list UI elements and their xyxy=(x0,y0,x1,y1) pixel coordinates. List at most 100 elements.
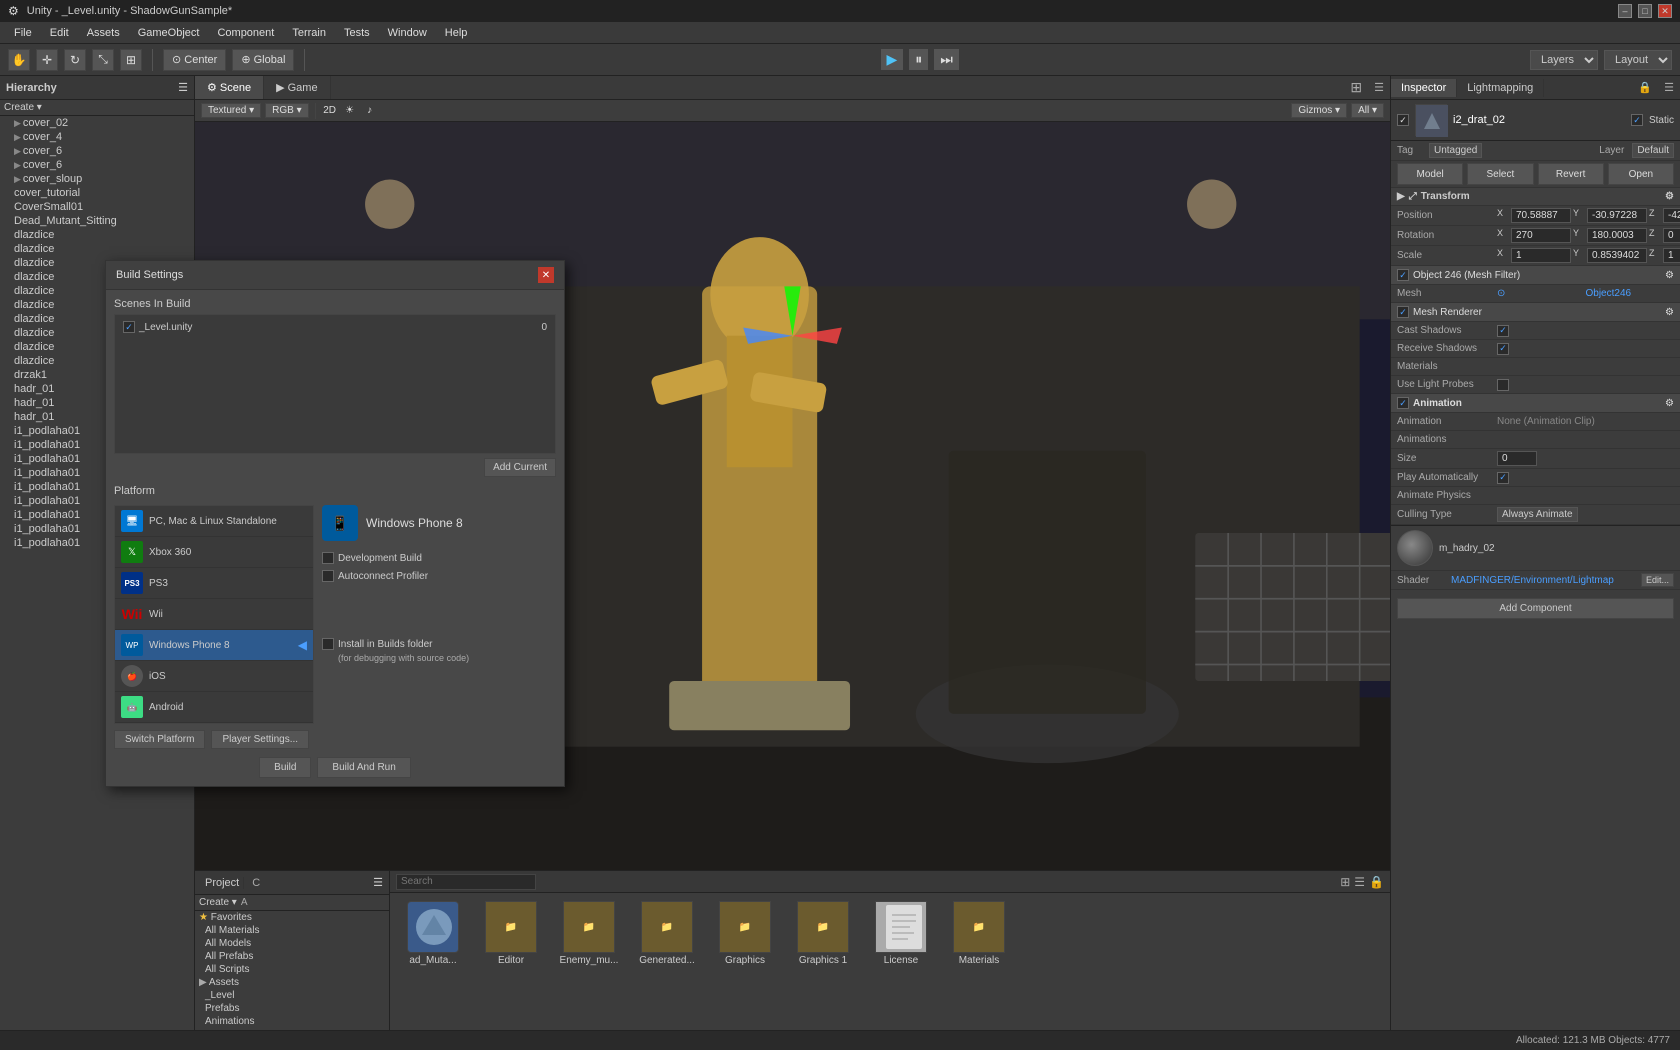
file-enemy[interactable]: 📁 Enemy_mu... xyxy=(554,901,624,966)
rect-tool[interactable]: ⊞ xyxy=(120,49,142,71)
scale-tool[interactable]: ⤡ xyxy=(92,49,114,71)
menu-help[interactable]: Help xyxy=(437,25,476,41)
transform-section[interactable]: ▶ ⤢ Transform ⚙ xyxy=(1391,188,1680,206)
all-btn[interactable]: All ▾ xyxy=(1351,103,1384,118)
mesh-filter-settings[interactable]: ⚙ xyxy=(1665,270,1674,281)
select-btn[interactable]: Select xyxy=(1467,163,1533,185)
tree-animations[interactable]: Animations xyxy=(195,1015,389,1028)
animation-checkbox[interactable]: ✓ xyxy=(1397,397,1409,409)
animation-settings[interactable]: ⚙ xyxy=(1665,398,1674,409)
inspector-menu-btn[interactable]: ☰ xyxy=(1658,81,1680,94)
menu-component[interactable]: Component xyxy=(209,25,282,41)
tab-scene[interactable]: ⚙ Scene xyxy=(195,76,264,99)
maximize-button[interactable]: □ xyxy=(1638,4,1652,18)
scene-checkbox[interactable]: ✓ xyxy=(123,321,135,333)
tree-all-materials[interactable]: All Materials xyxy=(195,924,389,937)
file-generated[interactable]: 📁 Generated... xyxy=(632,901,702,966)
open-btn[interactable]: Open xyxy=(1608,163,1674,185)
menu-file[interactable]: File xyxy=(6,25,40,41)
platform-android[interactable]: 🤖 Android xyxy=(115,692,313,723)
scale-z[interactable] xyxy=(1663,248,1680,263)
project-list-btn[interactable]: ☰ xyxy=(1354,875,1365,889)
menu-edit[interactable]: Edit xyxy=(42,25,77,41)
revert-btn[interactable]: Revert xyxy=(1538,163,1604,185)
close-button[interactable]: ✕ xyxy=(1658,4,1672,18)
hierarchy-item[interactable]: cover_tutorial xyxy=(0,186,194,200)
shader-edit-btn[interactable]: Edit... xyxy=(1641,573,1674,587)
receive-shadows-checkbox[interactable]: ✓ xyxy=(1497,343,1509,355)
project-create-btn[interactable]: Create ▾ xyxy=(199,897,237,908)
maximize-panel-btn[interactable]: ⊞ xyxy=(1344,79,1368,96)
size-input[interactable] xyxy=(1497,451,1537,466)
hierarchy-item[interactable]: Dead_Mutant_Sitting xyxy=(0,214,194,228)
hierarchy-menu-icon[interactable]: ☰ xyxy=(178,81,188,94)
tree-all-models[interactable]: All Models xyxy=(195,937,389,950)
minimize-button[interactable]: – xyxy=(1618,4,1632,18)
scale-x[interactable] xyxy=(1511,248,1571,263)
play-auto-checkbox[interactable]: ✓ xyxy=(1497,472,1509,484)
menu-tests[interactable]: Tests xyxy=(336,25,378,41)
hierarchy-item[interactable]: dlazdice xyxy=(0,228,194,242)
tab-game[interactable]: ▶ Game xyxy=(264,76,330,99)
hierarchy-item[interactable]: ▶cover_6 xyxy=(0,144,194,158)
tag-dropdown[interactable]: Untagged xyxy=(1429,143,1482,158)
menu-assets[interactable]: Assets xyxy=(79,25,128,41)
position-x[interactable] xyxy=(1511,208,1571,223)
mesh-renderer-settings[interactable]: ⚙ xyxy=(1665,307,1674,318)
platform-wp8[interactable]: WP Windows Phone 8 ◀ xyxy=(115,630,313,661)
hierarchy-item[interactable]: ▶cover_4 xyxy=(0,130,194,144)
model-btn[interactable]: Model xyxy=(1397,163,1463,185)
menu-window[interactable]: Window xyxy=(380,25,435,41)
rotation-z[interactable] xyxy=(1663,228,1680,243)
hierarchy-item[interactable]: ▶cover_02 xyxy=(0,116,194,130)
platform-pc[interactable]: 🖥 PC, Mac & Linux Standalone xyxy=(115,506,313,537)
panel-menu-btn[interactable]: ☰ xyxy=(1368,81,1390,94)
layer-dropdown[interactable]: Default xyxy=(1632,143,1674,158)
color-dropdown[interactable]: RGB ▾ xyxy=(265,103,308,118)
platform-ios[interactable]: 🍎 iOS xyxy=(115,661,313,692)
culling-dropdown[interactable]: Always Animate xyxy=(1497,507,1578,522)
install-folder-checkbox[interactable] xyxy=(322,638,334,650)
center-button[interactable]: ⊙ Center xyxy=(163,49,226,71)
hand-tool[interactable]: ✋ xyxy=(8,49,30,71)
add-current-button[interactable]: Add Current xyxy=(484,458,556,477)
menu-terrain[interactable]: Terrain xyxy=(284,25,334,41)
tree-prefabs[interactable]: Prefabs xyxy=(195,1002,389,1015)
play-button[interactable]: ▶ xyxy=(881,49,904,70)
position-y[interactable] xyxy=(1587,208,1647,223)
tab-inspector[interactable]: Inspector xyxy=(1391,79,1457,97)
build-close-button[interactable]: ✕ xyxy=(538,267,554,283)
file-editor[interactable]: 📁 Editor xyxy=(476,901,546,966)
mesh-filter-checkbox[interactable]: ✓ xyxy=(1397,269,1409,281)
console-tab[interactable]: C xyxy=(248,877,264,889)
file-ad-muta[interactable]: ad_Muta... xyxy=(398,901,468,966)
global-button[interactable]: ⊕ Global xyxy=(232,49,294,71)
layout-dropdown[interactable]: Layout xyxy=(1604,50,1672,70)
file-graphics[interactable]: 📁 Graphics xyxy=(710,901,780,966)
use-light-probes-checkbox[interactable] xyxy=(1497,379,1509,391)
layers-dropdown[interactable]: Layers xyxy=(1530,50,1598,70)
gizmos-btn[interactable]: Gizmos ▾ xyxy=(1291,103,1347,118)
platform-xbox[interactable]: 𝕏 Xbox 360 xyxy=(115,537,313,568)
player-settings-button[interactable]: Player Settings... xyxy=(211,730,309,749)
build-and-run-button[interactable]: Build And Run xyxy=(317,757,410,778)
position-z[interactable] xyxy=(1663,208,1680,223)
panel-options-icon[interactable]: ☰ xyxy=(373,876,383,889)
inspector-lock-btn[interactable]: 🔒 xyxy=(1632,81,1658,94)
tree-assets[interactable]: ▶ Assets xyxy=(195,976,389,989)
rotation-y[interactable] xyxy=(1587,228,1647,243)
light-toggle[interactable]: ☀ xyxy=(342,103,358,119)
hierarchy-item[interactable]: ▶cover_6 xyxy=(0,158,194,172)
tab-lightmapping[interactable]: Lightmapping xyxy=(1457,79,1544,97)
project-icon-btn[interactable]: ⊞ xyxy=(1340,875,1350,889)
mesh-renderer-checkbox[interactable]: ✓ xyxy=(1397,306,1409,318)
hierarchy-create-btn[interactable]: Create ▾ xyxy=(4,102,42,113)
static-checkbox[interactable]: ✓ xyxy=(1631,114,1643,126)
pause-button[interactable]: ⏸ xyxy=(909,49,928,70)
hierarchy-item[interactable]: dlazdice xyxy=(0,242,194,256)
move-tool[interactable]: ✛ xyxy=(36,49,58,71)
project-tab[interactable]: Project xyxy=(201,877,244,889)
cast-shadows-checkbox[interactable]: ✓ xyxy=(1497,325,1509,337)
project-search-input[interactable] xyxy=(396,874,536,890)
menu-gameobject[interactable]: GameObject xyxy=(130,25,208,41)
